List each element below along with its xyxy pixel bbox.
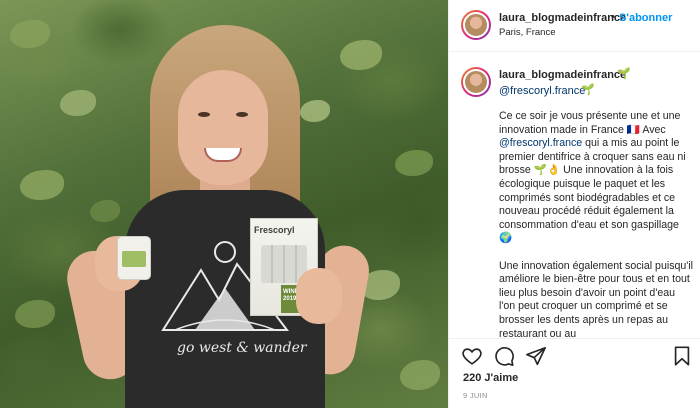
separator-dot: •: [611, 11, 615, 23]
flyer-brand: Frescoryl: [254, 225, 295, 235]
post-date[interactable]: 9 JUIN: [463, 391, 488, 400]
caption-area[interactable]: laura_blogmadeinfrance 🌱 @frescoryl.fran…: [449, 53, 700, 338]
caption-paragraph-1: Ce ce soir je vous présente une et une i…: [499, 110, 686, 245]
right-hand: [296, 268, 342, 324]
brand-mention-link[interactable]: @frescoryl.france: [499, 85, 585, 97]
follow-button[interactable]: S'abonner: [619, 12, 672, 24]
caption-avatar[interactable]: [461, 67, 491, 97]
heart-icon[interactable]: [461, 345, 483, 367]
person-face: [178, 70, 268, 185]
smile: [204, 148, 242, 162]
caption-paragraph-2: Une innovation également social puisqu'i…: [499, 259, 694, 338]
comment-icon[interactable]: [493, 345, 515, 367]
seedling-icon: 🌱: [581, 84, 595, 96]
share-icon[interactable]: [525, 345, 547, 367]
globe-icon: 🌍: [499, 232, 513, 245]
post-username[interactable]: laura_blogmadeinfrance: [499, 12, 626, 24]
caption-username[interactable]: laura_blogmadeinfrance: [499, 69, 626, 81]
post-photo[interactable]: go west & wander Frescoryl WINNER 2019: [0, 0, 448, 408]
seedling-icon: 🌱👌: [533, 164, 561, 177]
product-jar: [117, 236, 151, 280]
seedling-icon: 🌱: [617, 68, 631, 80]
action-bar: [449, 338, 700, 370]
avatar[interactable]: [461, 10, 491, 40]
bookmark-icon[interactable]: [671, 345, 693, 367]
post-header: laura_blogmadeinfrance • S'abonner Paris…: [449, 0, 700, 52]
like-count[interactable]: 220 J'aime: [463, 372, 518, 384]
post-location[interactable]: Paris, France: [499, 27, 556, 38]
caption-text: Ce ce soir je vous présente une et une i…: [499, 110, 693, 338]
mention-link[interactable]: @frescoryl.france: [499, 137, 582, 149]
post-side-panel: laura_blogmadeinfrance • S'abonner Paris…: [448, 0, 700, 408]
shirt-text: go west & wander: [177, 340, 307, 356]
